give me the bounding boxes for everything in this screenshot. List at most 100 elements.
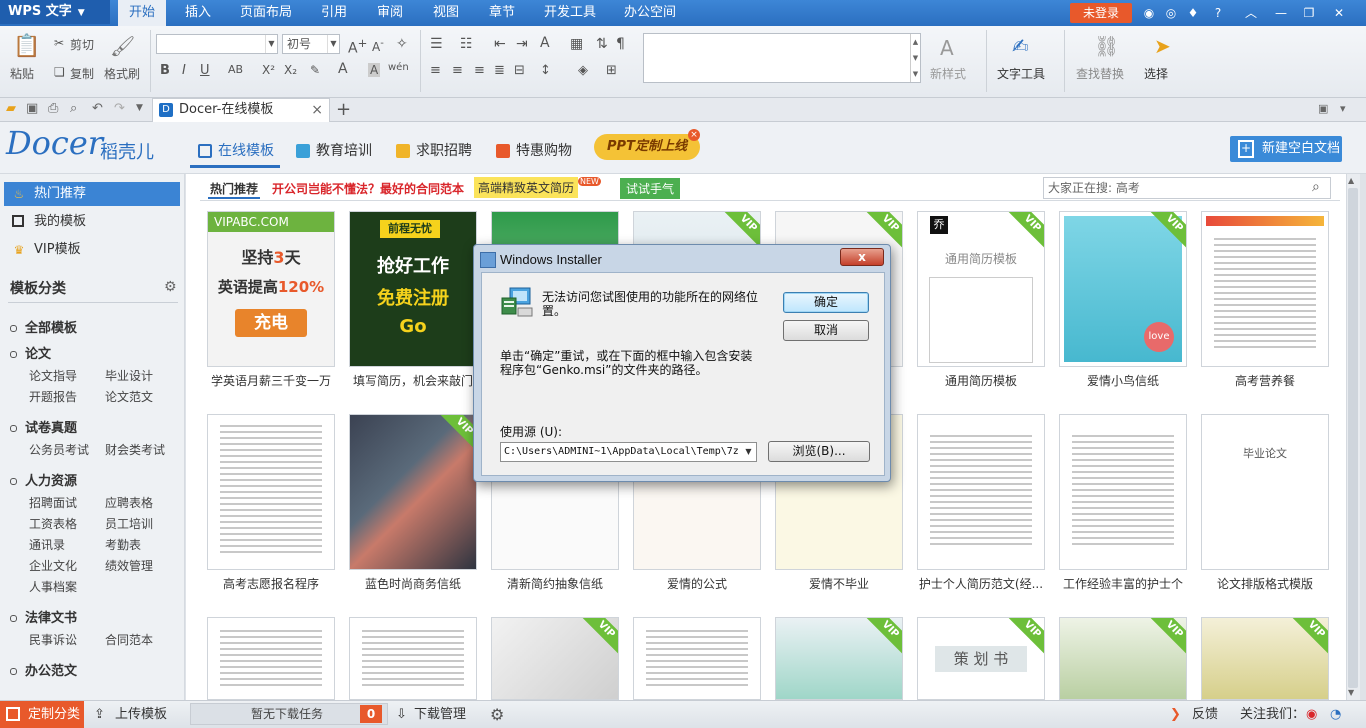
text-tools-button[interactable]: 文字工具: [997, 65, 1045, 82]
category-hr[interactable]: 人力资源: [10, 470, 77, 489]
category-sub-item[interactable]: 公务员考试: [29, 441, 89, 458]
menu-insert[interactable]: 插入: [176, 0, 220, 26]
login-button[interactable]: 未登录: [1070, 3, 1132, 23]
template-card[interactable]: [917, 414, 1045, 570]
category-sub-item[interactable]: 招聘面试: [29, 494, 77, 511]
align-right-icon[interactable]: ≡: [474, 63, 485, 78]
category-sub-item[interactable]: 论文范文: [105, 388, 153, 405]
bold-button[interactable]: B: [160, 63, 170, 78]
collapse-ribbon-icon[interactable]: ︿: [1242, 4, 1260, 22]
open-folder-icon[interactable]: ▰: [6, 101, 16, 116]
template-card[interactable]: [207, 414, 335, 570]
sidebar-item-vip[interactable]: ♛ VIP模板: [4, 238, 180, 262]
underline-button[interactable]: U: [200, 63, 210, 78]
print-icon[interactable]: ⎙: [48, 101, 58, 116]
template-card[interactable]: [1201, 211, 1329, 367]
category-sub-item[interactable]: 民事诉讼: [29, 631, 77, 648]
category-sub-item[interactable]: 考勤表: [105, 536, 141, 553]
superscript-icon[interactable]: X²: [262, 63, 275, 77]
italic-button[interactable]: I: [182, 63, 186, 78]
print-preview-icon[interactable]: ⌕: [70, 101, 77, 116]
template-card[interactable]: 毕业论文: [1201, 414, 1329, 570]
weibo-icon[interactable]: ◉: [1306, 701, 1317, 728]
font-name-combo[interactable]: ▼: [156, 34, 278, 54]
menu-page-layout[interactable]: 页面布局: [234, 0, 298, 26]
source-path-combo[interactable]: C:\Users\ADMINI~1\AppData\Local\Temp\7z: [500, 442, 757, 462]
category-sub-item[interactable]: 应聘表格: [105, 494, 153, 511]
template-search-input[interactable]: 大家正在搜: 高考: [1043, 177, 1331, 199]
feedback-link[interactable]: 反馈: [1192, 701, 1218, 728]
format-painter-button[interactable]: 格式刷: [104, 65, 140, 82]
menu-office-space[interactable]: 办公空间: [618, 0, 682, 26]
template-card[interactable]: VIP: [1201, 617, 1329, 700]
sidebar-item-hot[interactable]: ♨ 热门推荐: [4, 182, 180, 206]
tab-close-icon[interactable]: ×: [311, 99, 323, 121]
grow-font-icon[interactable]: A+: [348, 36, 367, 57]
align-left-icon[interactable]: ≡: [430, 63, 441, 78]
paste-icon[interactable]: 📋: [12, 34, 42, 59]
font-color-icon[interactable]: A: [338, 61, 348, 77]
select-button[interactable]: 选择: [1144, 65, 1168, 82]
new-style-button[interactable]: 新样式: [930, 65, 966, 82]
card-title[interactable]: 学英语月薪三千变一万: [207, 372, 335, 389]
category-sub-item[interactable]: 开题报告: [29, 388, 77, 405]
card-title[interactable]: 高考志愿报名程序: [207, 575, 335, 592]
card-title[interactable]: 工作经验丰富的护士个: [1059, 575, 1187, 592]
new-blank-document-button[interactable]: + 新建空白文档: [1230, 136, 1342, 162]
nav-jobs[interactable]: 求职招聘: [394, 138, 472, 164]
template-card[interactable]: VIP: [775, 617, 903, 700]
table-icon[interactable]: ▦: [570, 36, 583, 52]
indent-increase-icon[interactable]: ⇥: [516, 36, 528, 52]
promo-link-resume[interactable]: 高端精致英文简历: [474, 177, 579, 198]
format-painter-icon[interactable]: 🖌: [110, 34, 135, 58]
card-title[interactable]: 高考营养餐: [1201, 372, 1329, 389]
style-gallery-scroll[interactable]: ▲ ▼ ▼: [910, 34, 920, 82]
lucky-button[interactable]: 试试手气: [620, 178, 681, 199]
line-spacing-icon[interactable]: ↕: [540, 63, 551, 78]
maximize-icon[interactable]: ❐: [1300, 4, 1318, 22]
hot-tab-label[interactable]: 热门推荐: [210, 180, 258, 197]
template-card[interactable]: VIP: [1059, 617, 1187, 700]
template-card[interactable]: 乔 VIP 通用简历模板: [917, 211, 1045, 367]
card-title[interactable]: 论文排版格式模版: [1201, 575, 1329, 592]
card-title[interactable]: 爱情小鸟信纸: [1059, 372, 1187, 389]
show-marks-icon[interactable]: ¶: [616, 36, 625, 52]
menu-chapter[interactable]: 章节: [480, 0, 524, 26]
template-card[interactable]: [349, 617, 477, 700]
template-card[interactable]: VIP: [491, 617, 619, 700]
ppt-custom-badge[interactable]: PPT定制上线: [594, 134, 700, 160]
category-office[interactable]: 办公范文: [10, 660, 77, 679]
menu-references[interactable]: 引用: [312, 0, 356, 26]
phonetic-icon[interactable]: wén: [388, 62, 409, 73]
chevron-down-icon[interactable]: ▼: [741, 443, 756, 461]
browse-button[interactable]: 浏览(B)...: [768, 441, 870, 462]
nav-shopping[interactable]: 特惠购物: [494, 138, 572, 164]
card-title[interactable]: 爱情的公式: [633, 575, 761, 592]
category-sub-item[interactable]: 企业文化: [29, 557, 77, 574]
template-card[interactable]: VIP 策 划 书: [917, 617, 1045, 700]
ok-button[interactable]: 确定: [783, 292, 869, 313]
shirt-icon[interactable]: ♦: [1184, 4, 1202, 22]
cut-button[interactable]: 剪切: [70, 36, 94, 53]
tab-menu-icon[interactable]: ▾: [1340, 102, 1346, 115]
template-card[interactable]: VIPABC.COM 坚持3天 英语提高120% 充电: [207, 211, 335, 367]
category-sub-item[interactable]: 工资表格: [29, 515, 77, 532]
card-title[interactable]: 清新简约抽象信纸: [491, 575, 619, 592]
card-title[interactable]: 护士个人简历范文(经...: [917, 575, 1045, 592]
shading-icon[interactable]: ◈: [578, 63, 588, 78]
template-card[interactable]: 前程无忧 抢好工作 免费注册 Go: [349, 211, 477, 367]
category-all[interactable]: 全部模板: [10, 317, 77, 336]
upload-template-button[interactable]: 上传模板: [115, 701, 167, 728]
ppt-badge-close-icon[interactable]: ×: [688, 129, 700, 141]
scrollbar-thumb[interactable]: [1348, 188, 1358, 688]
menu-review[interactable]: 审阅: [368, 0, 412, 26]
sidebar-item-my-templates[interactable]: 我的模板: [4, 210, 180, 234]
cancel-button[interactable]: 取消: [783, 320, 869, 341]
paste-button[interactable]: 粘贴: [10, 65, 34, 82]
highlight-icon[interactable]: ✎: [310, 63, 320, 77]
menu-developer[interactable]: 开发工具: [538, 0, 602, 26]
menu-view[interactable]: 视图: [424, 0, 468, 26]
clear-format-icon[interactable]: ✧: [396, 36, 408, 52]
shrink-font-icon[interactable]: A-: [372, 38, 384, 54]
menu-start[interactable]: 开始: [118, 0, 166, 26]
